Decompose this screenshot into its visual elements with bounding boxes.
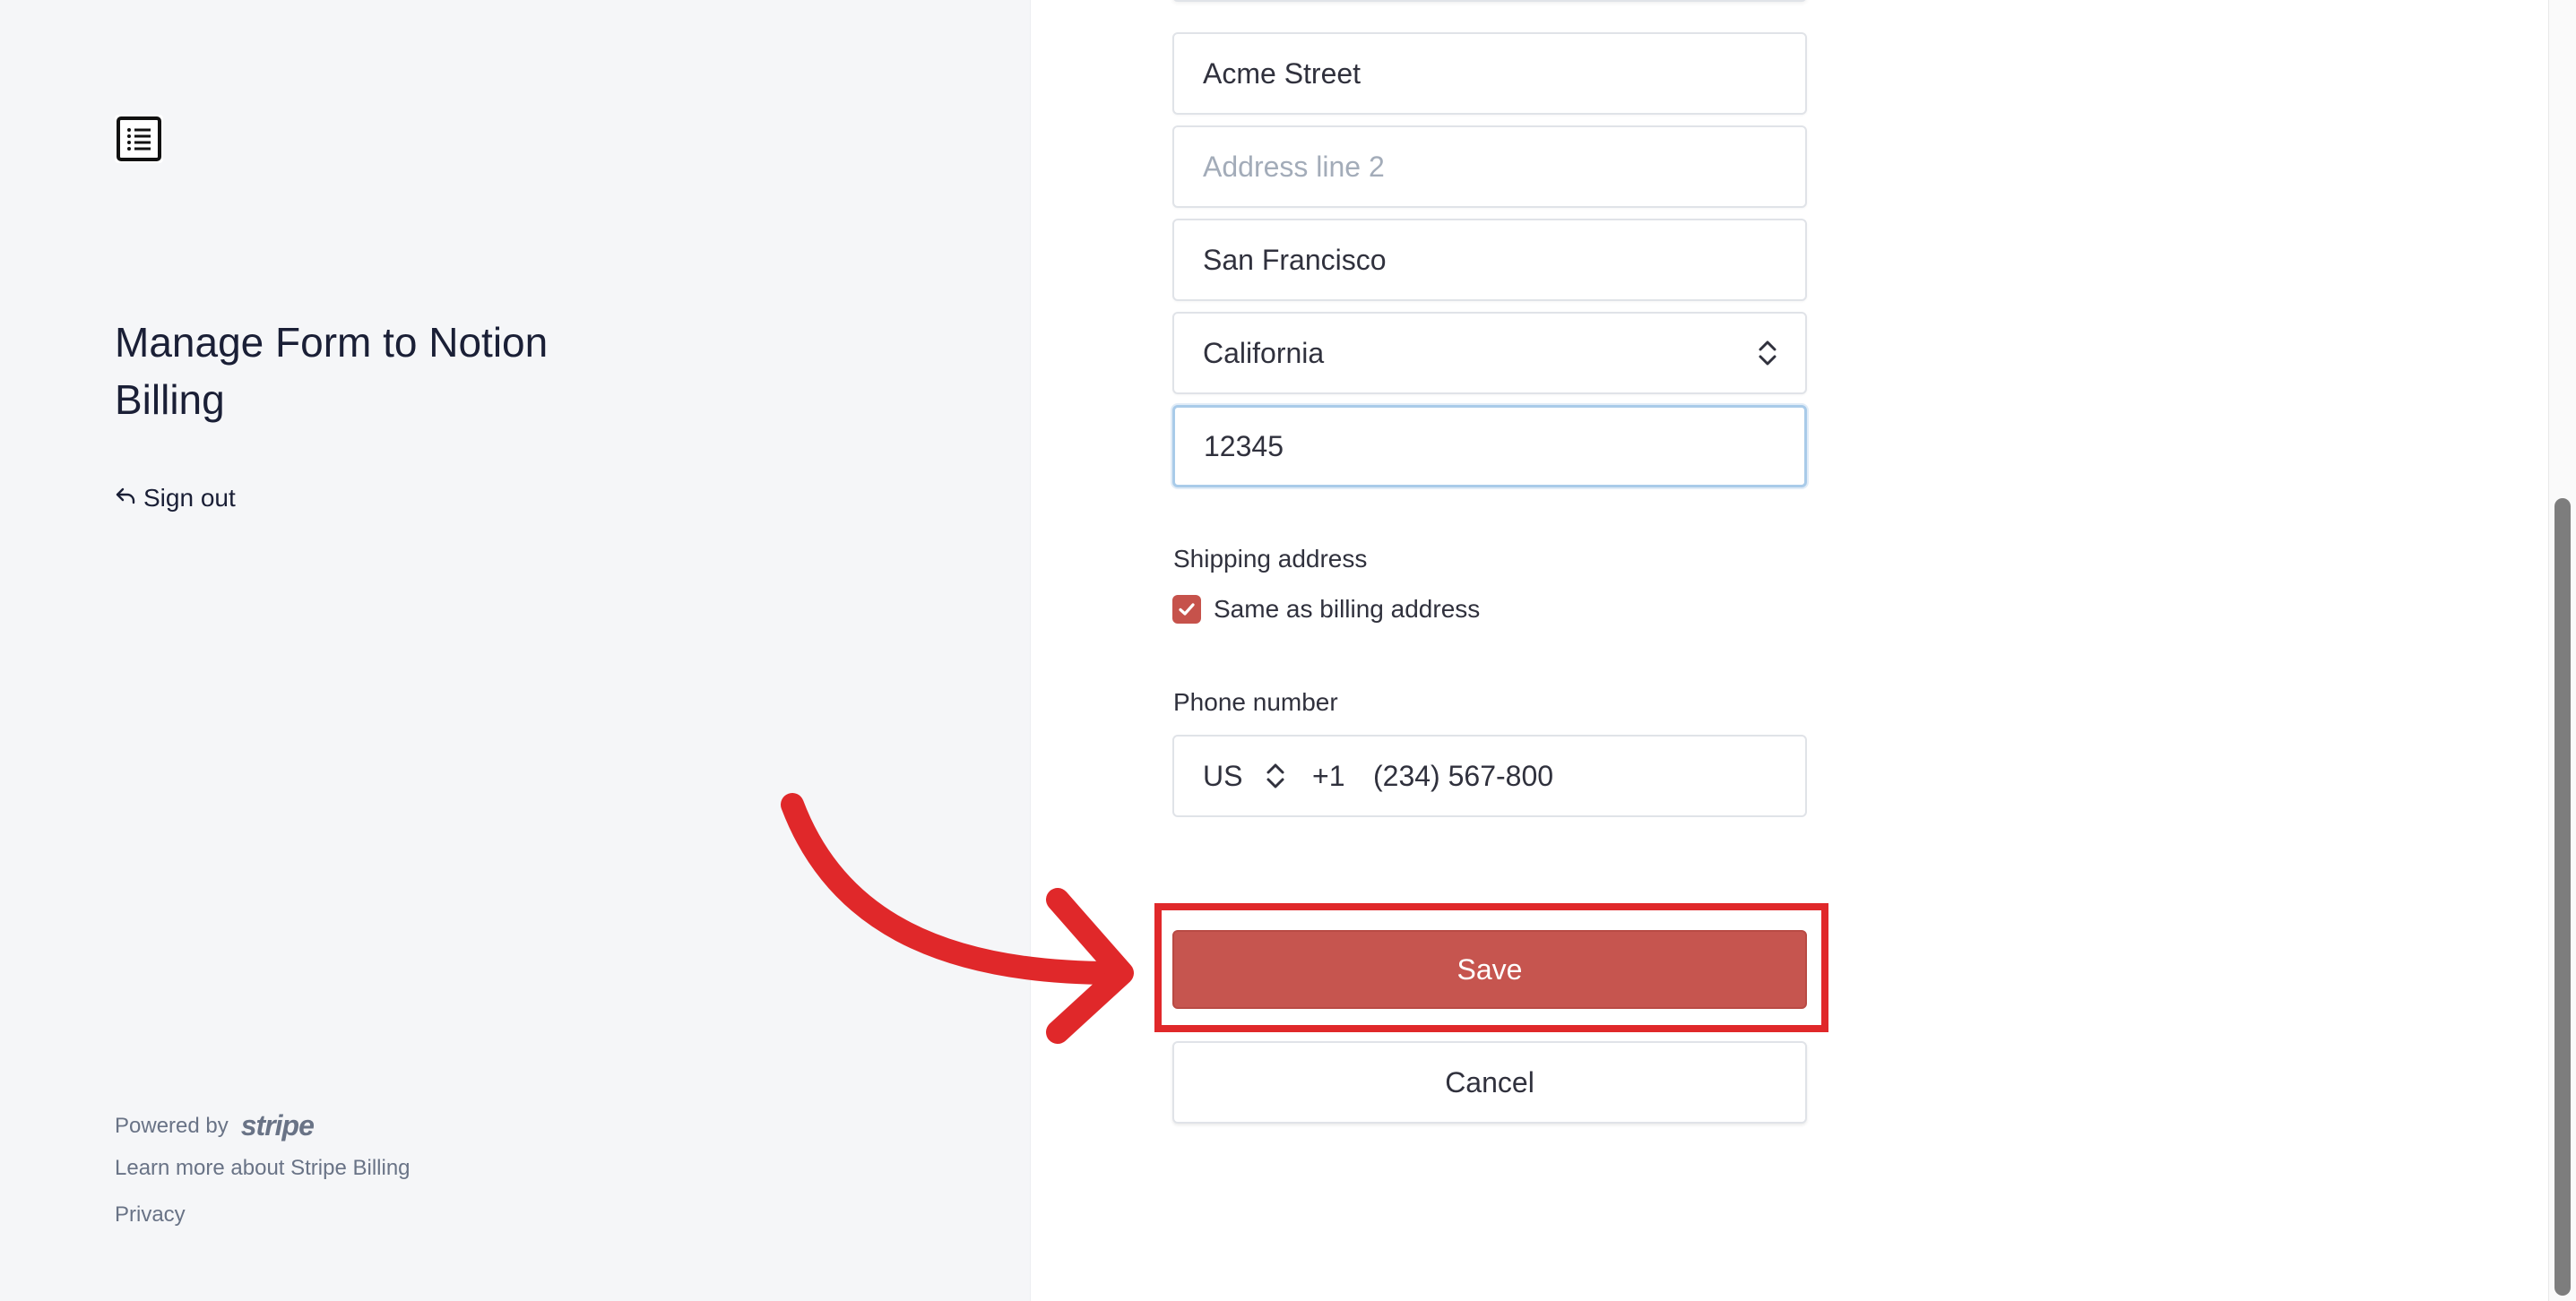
- postal-code-input[interactable]: 12345: [1172, 405, 1807, 487]
- page: Manage Form to Notion Billing Sign out P…: [0, 0, 2576, 1301]
- checkmark-icon: [1179, 603, 1195, 616]
- learn-more-link[interactable]: Learn more about Stripe Billing: [115, 1156, 411, 1181]
- privacy-link[interactable]: Privacy: [115, 1202, 186, 1228]
- phone-country-code: +1: [1312, 759, 1345, 792]
- page-title: Manage Form to Notion Billing: [115, 319, 549, 423]
- postal-code-value: 12345: [1204, 429, 1284, 462]
- address-line1-value: Acme Street: [1203, 56, 1361, 90]
- list-document-icon: [115, 115, 163, 163]
- state-value: California: [1203, 336, 1325, 369]
- phone-number-input[interactable]: (234) 567-800: [1373, 737, 1553, 815]
- same-as-billing-label: Same as billing address: [1214, 595, 1481, 623]
- sidebar-panel: Manage Form to Notion Billing Sign out P…: [0, 0, 1031, 1301]
- phone-number-label: Phone number: [1173, 688, 1338, 716]
- sign-out-label: Sign out: [143, 484, 236, 512]
- phone-number-field[interactable]: US +1 (234) 567-800: [1172, 735, 1807, 817]
- city-input[interactable]: San Francisco: [1172, 219, 1807, 301]
- stripe-logo[interactable]: stripe: [241, 1109, 315, 1142]
- address-line1-input[interactable]: Acme Street: [1172, 32, 1807, 115]
- same-as-billing-row[interactable]: Same as billing address: [1172, 595, 1480, 624]
- shipping-address-label: Shipping address: [1173, 545, 1368, 573]
- city-value: San Francisco: [1203, 243, 1387, 276]
- powered-by: Powered by stripe: [115, 1109, 315, 1142]
- state-select[interactable]: California: [1172, 312, 1807, 394]
- save-button[interactable]: Save: [1172, 930, 1807, 1009]
- powered-by-label: Powered by: [115, 1113, 229, 1138]
- address-line2-placeholder: Address line 2: [1203, 150, 1385, 183]
- address-line2-input[interactable]: Address line 2: [1172, 125, 1807, 208]
- same-as-billing-checkbox[interactable]: [1172, 595, 1201, 624]
- phone-country-select[interactable]: US: [1203, 737, 1242, 815]
- phone-country-value: US: [1203, 759, 1243, 792]
- cancel-button[interactable]: Cancel: [1172, 1041, 1807, 1124]
- chevron-updown-icon: [1266, 763, 1284, 788]
- sign-out-link[interactable]: Sign out: [115, 484, 236, 513]
- scrollbar-thumb[interactable]: [2554, 498, 2571, 1296]
- reply-arrow-icon: [115, 484, 136, 513]
- chevron-updown-icon: [1759, 340, 1776, 366]
- previous-field[interactable]: [1172, 0, 1807, 2]
